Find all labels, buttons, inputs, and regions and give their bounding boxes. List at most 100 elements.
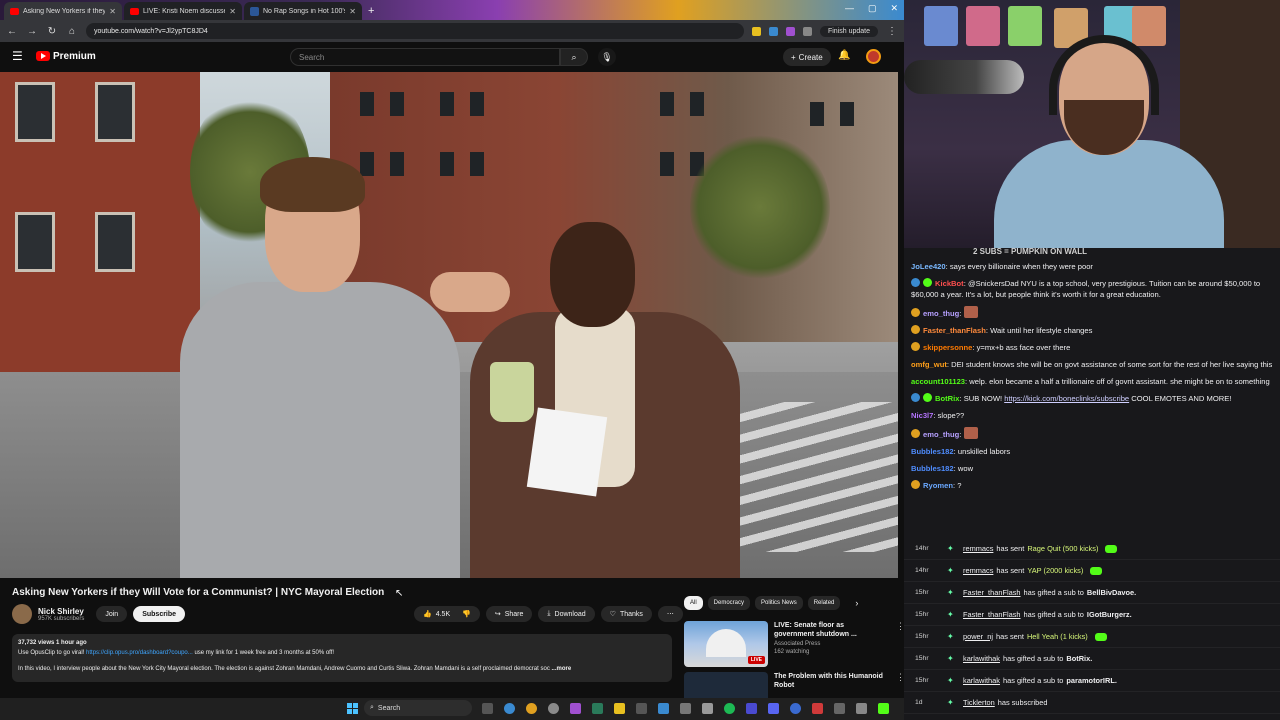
hamburger-menu-icon[interactable]: ☰ bbox=[12, 49, 26, 63]
event-username[interactable]: remmacs bbox=[963, 566, 993, 575]
app-icon[interactable] bbox=[834, 703, 845, 714]
chat-username[interactable]: omfg_wut bbox=[911, 360, 947, 369]
create-button[interactable]: + Create bbox=[783, 48, 831, 66]
close-tab-icon[interactable]: ✕ bbox=[349, 7, 356, 16]
search-button[interactable]: ⌕ bbox=[560, 48, 588, 66]
extension-icon[interactable] bbox=[751, 26, 761, 36]
more-actions-icon[interactable]: ⋯ bbox=[657, 606, 683, 622]
extensions-puzzle-icon[interactable] bbox=[802, 26, 812, 36]
chat-username[interactable]: skippersonne bbox=[923, 343, 972, 352]
recommendation-item[interactable]: LIVE LIVE: Senate floor as government sh… bbox=[684, 621, 904, 667]
event-username[interactable]: Faster_thanFlash bbox=[963, 610, 1021, 619]
event-username[interactable]: power_nj bbox=[963, 632, 993, 641]
event-username[interactable]: karlawithak bbox=[963, 676, 1000, 685]
chip-all[interactable]: All bbox=[684, 596, 703, 610]
download-button[interactable]: ⤓ Download bbox=[538, 606, 595, 622]
recommendation-title[interactable]: The Problem with this Humanoid Robot bbox=[774, 672, 884, 690]
chip-politics-news[interactable]: Politics News bbox=[755, 596, 803, 610]
task-view-icon[interactable] bbox=[482, 703, 493, 714]
chip-related[interactable]: Related bbox=[807, 596, 841, 610]
close-tab-icon[interactable]: ✕ bbox=[229, 7, 236, 16]
search-input[interactable]: Search bbox=[290, 48, 560, 66]
chrome-icon[interactable] bbox=[526, 703, 537, 714]
event-username[interactable]: remmacs bbox=[963, 544, 993, 553]
thumbs-down-icon[interactable]: 👎 bbox=[462, 610, 471, 618]
join-button[interactable]: Join bbox=[96, 606, 128, 622]
chat-username[interactable]: Bubbles182 bbox=[911, 464, 954, 473]
obs-icon[interactable] bbox=[570, 703, 581, 714]
event-username[interactable]: Ticklerton bbox=[963, 698, 995, 707]
file-explorer-icon[interactable] bbox=[614, 703, 625, 714]
notifications-bell-icon[interactable]: 🔔 bbox=[838, 50, 850, 61]
browser-menu-icon[interactable]: ⋮ bbox=[886, 26, 898, 37]
chat-username[interactable]: Bubbles182 bbox=[911, 447, 954, 456]
account-avatar[interactable] bbox=[866, 49, 881, 64]
chat-username[interactable]: account101123 bbox=[911, 377, 965, 386]
app-icon[interactable] bbox=[790, 703, 801, 714]
app-icon[interactable] bbox=[680, 703, 691, 714]
chat-username[interactable]: JoLee420 bbox=[911, 262, 946, 271]
app-icon[interactable] bbox=[702, 703, 713, 714]
finish-update-button[interactable]: Finish update bbox=[819, 25, 878, 37]
minimize-button[interactable]: — bbox=[845, 3, 854, 14]
like-button[interactable]: 👍 4.5K 👎 bbox=[414, 606, 480, 622]
back-icon[interactable]: ← bbox=[6, 26, 18, 37]
discord-icon[interactable] bbox=[768, 703, 779, 714]
chat-username[interactable]: emo_thug bbox=[923, 430, 959, 439]
url-field[interactable]: youtube.com/watch?v=Jl2ypTC8JD4 bbox=[86, 23, 744, 39]
recommendation-title[interactable]: LIVE: Senate floor as government shutdow… bbox=[774, 621, 884, 639]
show-more-link[interactable]: ...more bbox=[552, 666, 572, 672]
chat-username[interactable]: Ryomen bbox=[923, 481, 953, 490]
close-tab-icon[interactable]: ✕ bbox=[109, 7, 116, 16]
chat-username[interactable]: BotRix bbox=[935, 394, 959, 403]
extension-icon[interactable] bbox=[785, 26, 795, 36]
chip-democracy[interactable]: Democracy bbox=[707, 596, 751, 610]
app-icon[interactable] bbox=[856, 703, 867, 714]
event-username[interactable]: karlawithak bbox=[963, 654, 1000, 663]
reload-icon[interactable]: ↻ bbox=[46, 26, 58, 37]
taskbar-search[interactable]: ⌕ Search bbox=[364, 700, 472, 716]
new-tab-button[interactable]: + bbox=[368, 5, 374, 17]
close-window-button[interactable]: ✕ bbox=[890, 3, 898, 14]
app-icon[interactable] bbox=[658, 703, 669, 714]
recommendation-item[interactable]: The Problem with this Humanoid Robot ⋮ bbox=[684, 672, 904, 698]
tab-bing[interactable]: No Rap Songs in Hot 100's Top ✕ bbox=[244, 2, 362, 20]
spotify-icon[interactable] bbox=[724, 703, 735, 714]
event-username[interactable]: Faster_thanFlash bbox=[963, 588, 1021, 597]
voice-search-button[interactable]: 🎙 bbox=[598, 48, 616, 66]
home-icon[interactable]: ⌂ bbox=[66, 26, 78, 37]
chat-username[interactable]: Nic3l7 bbox=[911, 411, 933, 420]
thanks-button[interactable]: ♡ Thanks bbox=[600, 606, 652, 622]
windows-start-icon[interactable] bbox=[347, 703, 358, 714]
youtube-logo[interactable]: Premium bbox=[36, 51, 96, 62]
tab-youtube-live[interactable]: LIVE: Kristi Noem discusses 'Op ✕ bbox=[124, 2, 242, 20]
edge-icon[interactable] bbox=[504, 703, 515, 714]
chat-username[interactable]: KickBot bbox=[935, 279, 964, 288]
forward-icon[interactable]: → bbox=[26, 26, 38, 37]
chat-username[interactable]: emo_thug bbox=[923, 309, 959, 318]
recommendation-thumbnail[interactable] bbox=[684, 672, 768, 698]
app-icon[interactable] bbox=[812, 703, 823, 714]
channel-name[interactable]: Nick Shirley bbox=[38, 607, 84, 616]
extension-icon[interactable] bbox=[768, 26, 778, 36]
chevron-right-icon[interactable]: › bbox=[855, 598, 858, 608]
kick-icon[interactable] bbox=[878, 703, 889, 714]
video-description[interactable]: 37,732 views 1 hour ago Use OpusClip to … bbox=[12, 634, 672, 682]
tab-youtube-nyc[interactable]: Asking New Yorkers if they Wil ✕ bbox=[4, 2, 122, 20]
maximize-button[interactable]: ▢ bbox=[868, 3, 877, 14]
chat-username[interactable]: Faster_thanFlash bbox=[923, 326, 986, 335]
app-icon[interactable] bbox=[592, 703, 603, 714]
stream-events: 14hr ✦ remmacs has sent Rage Quit (500 kicks… bbox=[904, 538, 1280, 720]
share-button[interactable]: ↪ Share bbox=[485, 606, 533, 622]
app-icon[interactable] bbox=[548, 703, 559, 714]
more-options-icon[interactable]: ⋮ bbox=[896, 621, 904, 667]
more-options-icon[interactable]: ⋮ bbox=[896, 672, 904, 698]
video-player[interactable] bbox=[0, 72, 898, 578]
chat-link[interactable]: https://kick.com/boneclinks/subscribe bbox=[1004, 394, 1129, 403]
subscribe-button[interactable]: Subscribe bbox=[133, 606, 186, 622]
channel-avatar[interactable] bbox=[12, 604, 32, 624]
opusclip-link[interactable]: https://clip.opus.pro/dashboard?coupo... bbox=[86, 650, 193, 656]
recommendation-thumbnail[interactable]: LIVE bbox=[684, 621, 768, 667]
app-icon[interactable] bbox=[636, 703, 647, 714]
app-icon[interactable] bbox=[746, 703, 757, 714]
